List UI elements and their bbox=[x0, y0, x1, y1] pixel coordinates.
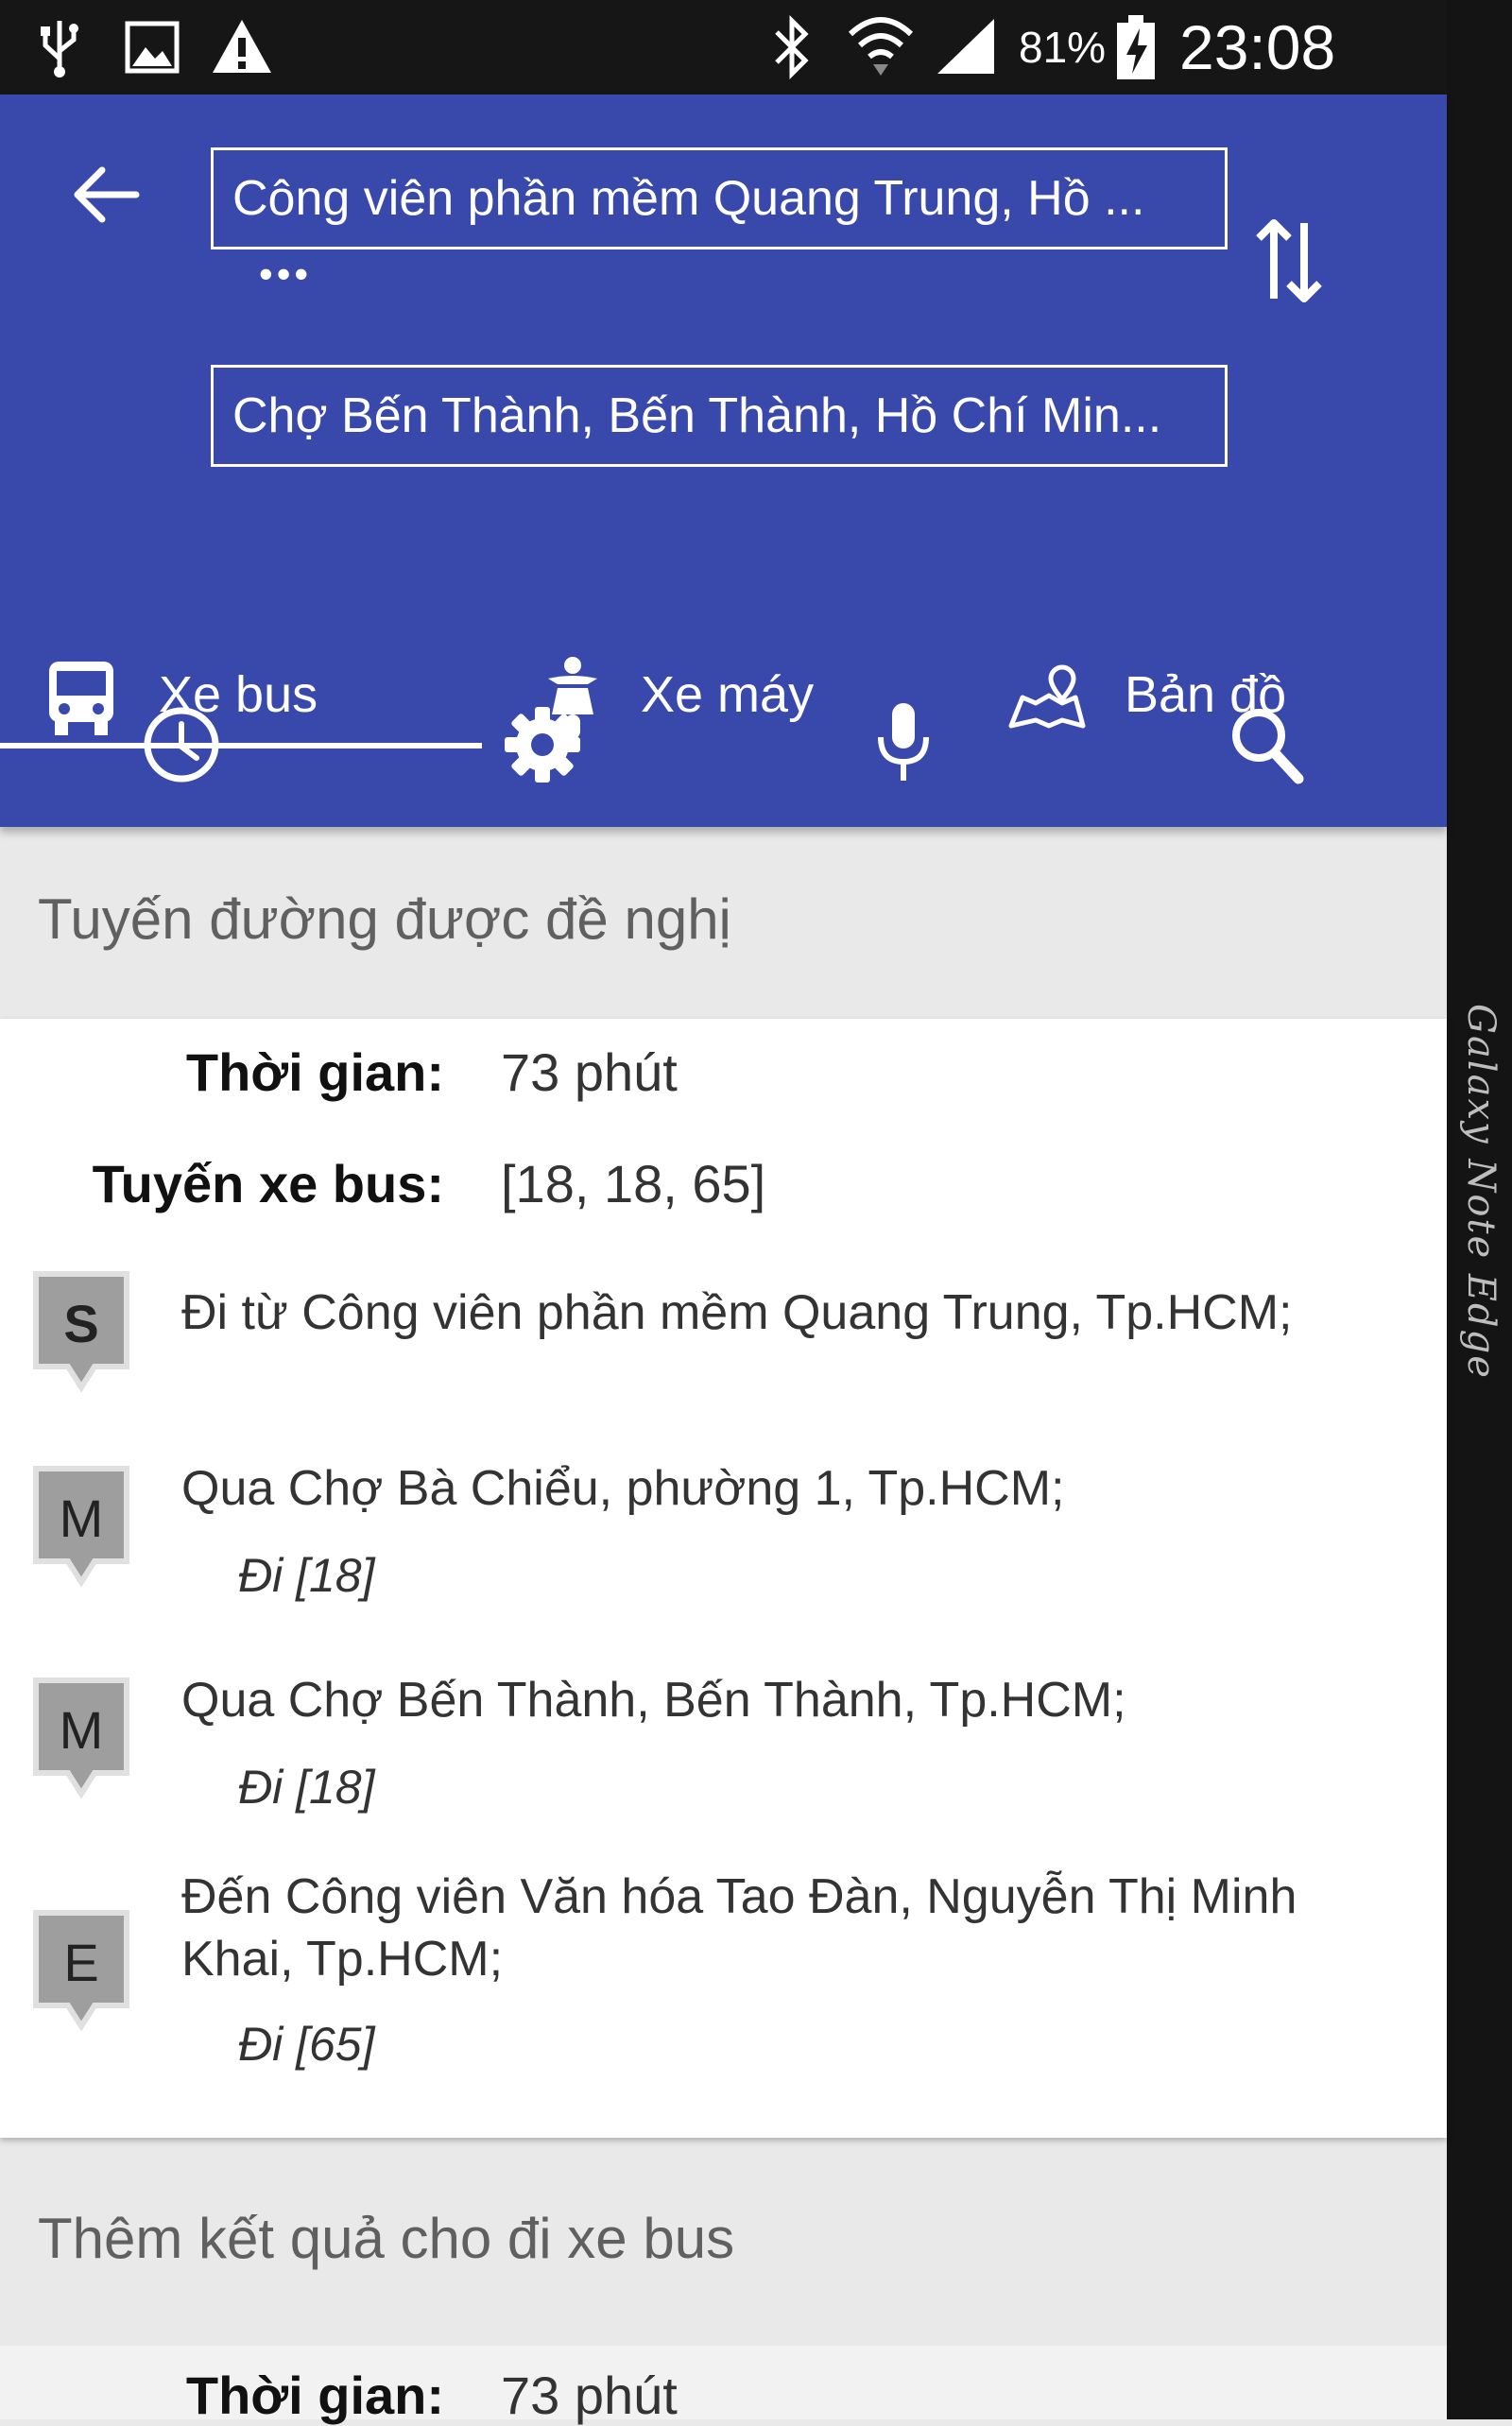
edge-label: Galaxy Note Edge bbox=[1459, 1004, 1503, 1380]
bus-routes-label: Tuyến xe bus: bbox=[92, 1154, 444, 1213]
stop-end-text: Đến Công viên Văn hóa Tao Đàn, Nguyễn Th… bbox=[181, 1869, 1297, 1987]
bus-routes-value: [18, 18, 65] bbox=[501, 1154, 766, 1213]
app-header: Công viên phần mềm Quang Trung, Hồ ... •… bbox=[0, 95, 1447, 827]
more-time-value: 73 phút bbox=[501, 2366, 678, 2425]
bus-icon bbox=[49, 662, 113, 735]
back-arrow-icon[interactable] bbox=[72, 164, 140, 225]
origin-field[interactable]: Công viên phần mềm Quang Trung, Hồ ... bbox=[211, 147, 1228, 249]
battery-charging-icon bbox=[1117, 15, 1155, 79]
time-value: 73 phút bbox=[501, 1042, 678, 1102]
search-icon[interactable] bbox=[1228, 705, 1304, 784]
microphone-icon[interactable] bbox=[873, 699, 934, 786]
warning-icon bbox=[213, 20, 271, 73]
map-icon bbox=[1008, 664, 1086, 729]
end-marker-letter: E bbox=[63, 1933, 99, 1992]
middle-marker-letter: M bbox=[59, 1700, 104, 1760]
stop-end-route: Đi [65] bbox=[238, 2018, 375, 2071]
stop-1-route: Đi [18] bbox=[238, 1549, 375, 1602]
tab-ban-do[interactable]: Bản đồ bbox=[964, 643, 1447, 747]
stop-start-text: Đi từ Công viên phần mềm Quang Trung, Tp… bbox=[181, 1285, 1293, 1340]
tab-xe-bus[interactable]: Xe bus bbox=[0, 643, 482, 747]
more-time-label: Thời gian: bbox=[185, 2366, 444, 2425]
tab-indicator bbox=[0, 743, 482, 748]
wifi-icon bbox=[848, 17, 914, 76]
more-result-card[interactable]: Thời gian: 73 phút bbox=[0, 2346, 1447, 2425]
route-card[interactable]: Thời gian: 73 phút Tuyến xe bus: [18, 18… bbox=[0, 1019, 1447, 2138]
bluetooth-icon bbox=[775, 14, 809, 80]
more-dots[interactable]: ••• bbox=[259, 251, 312, 297]
usb-icon bbox=[41, 21, 78, 77]
start-marker: S bbox=[28, 1270, 134, 1402]
middle-marker: M bbox=[28, 1465, 134, 1597]
tab-xe-may-label: Xe máy bbox=[641, 666, 815, 723]
image-icon bbox=[125, 21, 180, 74]
start-marker-letter: S bbox=[63, 1294, 99, 1353]
swap-icon[interactable] bbox=[1253, 215, 1325, 306]
more-results-title: Thêm kết quả cho đi xe bus bbox=[38, 2207, 735, 2270]
gear-icon[interactable] bbox=[503, 705, 582, 784]
status-bar: 81% 23:08 bbox=[0, 0, 1447, 95]
middle-marker: M bbox=[28, 1677, 134, 1809]
signal-icon bbox=[937, 19, 994, 74]
stop-1-text: Qua Chợ Bà Chiểu, phường 1, Tp.HCM; bbox=[181, 1461, 1065, 1516]
destination-field[interactable]: Chợ Bến Thành, Bến Thành, Hồ Chí Min... bbox=[211, 365, 1228, 467]
suggested-section-title: Tuyến đường được đề nghị bbox=[38, 887, 731, 951]
battery-percent: 81% bbox=[1019, 23, 1107, 72]
time-label: Thời gian: bbox=[185, 1042, 444, 1102]
middle-marker-letter: M bbox=[59, 1488, 104, 1548]
stop-2-text: Qua Chợ Bến Thành, Bến Thành, Tp.HCM; bbox=[181, 1673, 1126, 1728]
end-marker: E bbox=[28, 1909, 134, 2041]
clock-icon[interactable] bbox=[142, 705, 221, 784]
stop-2-route: Đi [18] bbox=[238, 1761, 375, 1814]
clock-time: 23:08 bbox=[1179, 12, 1336, 82]
